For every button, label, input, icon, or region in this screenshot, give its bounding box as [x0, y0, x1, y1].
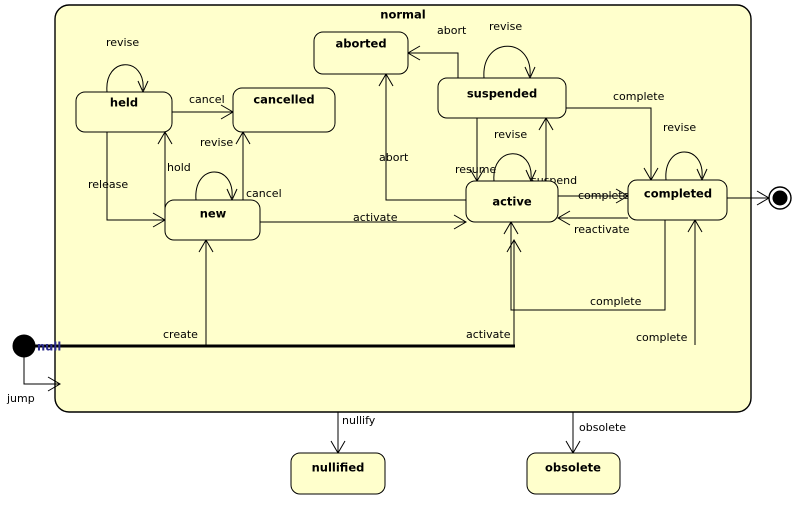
transition-label-revise-suspended: revise	[489, 20, 522, 33]
state-cancelled[interactable]: cancelled	[232, 87, 336, 133]
initial-pseudostate-label: null	[37, 340, 61, 354]
state-held-label: held	[110, 96, 138, 110]
transition-label-nullify: nullify	[342, 414, 376, 427]
transition-label-abort-suspended: abort	[437, 24, 467, 37]
state-aborted-label: aborted	[335, 37, 386, 51]
transition-label-complete-lower: complete	[590, 295, 642, 308]
state-nullified-label: nullified	[312, 461, 365, 475]
uml-state-diagram: normal revise cancel release hold revise…	[0, 0, 800, 507]
state-obsolete-label: obsolete	[545, 461, 601, 475]
state-new-label: new	[200, 207, 227, 221]
state-nullified[interactable]: nullified	[290, 452, 386, 495]
diagram-canvas: normal revise cancel release hold revise…	[6, 4, 792, 495]
state-new[interactable]: new	[164, 199, 261, 241]
composite-state-normal-label: normal	[380, 8, 425, 22]
transition-label-jump: jump	[6, 392, 35, 405]
transition-nullify: nullify	[330, 412, 376, 454]
transition-label-revise-held: revise	[106, 36, 139, 49]
transition-label-revise-active: revise	[494, 128, 527, 141]
transition-obsolete: obsolete	[565, 412, 626, 454]
state-active-label: active	[492, 195, 532, 209]
transition-label-revise-completed: revise	[663, 121, 696, 134]
transition-jump: jump	[6, 357, 61, 405]
transition-label-complete-active: complete	[578, 189, 630, 202]
final-pseudostate	[768, 186, 792, 210]
transition-label-cancel-new: cancel	[246, 187, 282, 200]
state-suspended[interactable]: suspended	[437, 77, 567, 119]
transition-label-activate-initial: activate	[466, 328, 511, 341]
state-obsolete[interactable]: obsolete	[526, 452, 621, 495]
state-active[interactable]: active	[465, 180, 559, 223]
state-suspended-label: suspended	[467, 87, 537, 101]
transition-label-cancel-held: cancel	[189, 93, 225, 106]
initial-pseudostate	[12, 334, 36, 358]
transition-label-abort-active: abort	[379, 151, 409, 164]
state-cancelled-label: cancelled	[253, 93, 314, 107]
transition-label-activate-new: activate	[353, 211, 398, 224]
transition-label-create: create	[163, 328, 198, 341]
state-completed[interactable]: completed	[627, 179, 728, 221]
transition-label-obsolete: obsolete	[579, 421, 626, 434]
transition-label-hold: hold	[167, 161, 191, 174]
state-held[interactable]: held	[75, 91, 173, 133]
transition-label-revise-new: revise	[200, 136, 233, 149]
state-aborted[interactable]: aborted	[313, 31, 409, 75]
transition-label-complete-bottom: complete	[636, 331, 688, 344]
transition-label-complete-suspended: complete	[613, 90, 665, 103]
transition-label-resume: resume	[455, 163, 496, 176]
transition-label-release: release	[88, 178, 128, 191]
transition-label-reactivate: reactivate	[574, 223, 630, 236]
state-completed-label: completed	[644, 187, 712, 201]
